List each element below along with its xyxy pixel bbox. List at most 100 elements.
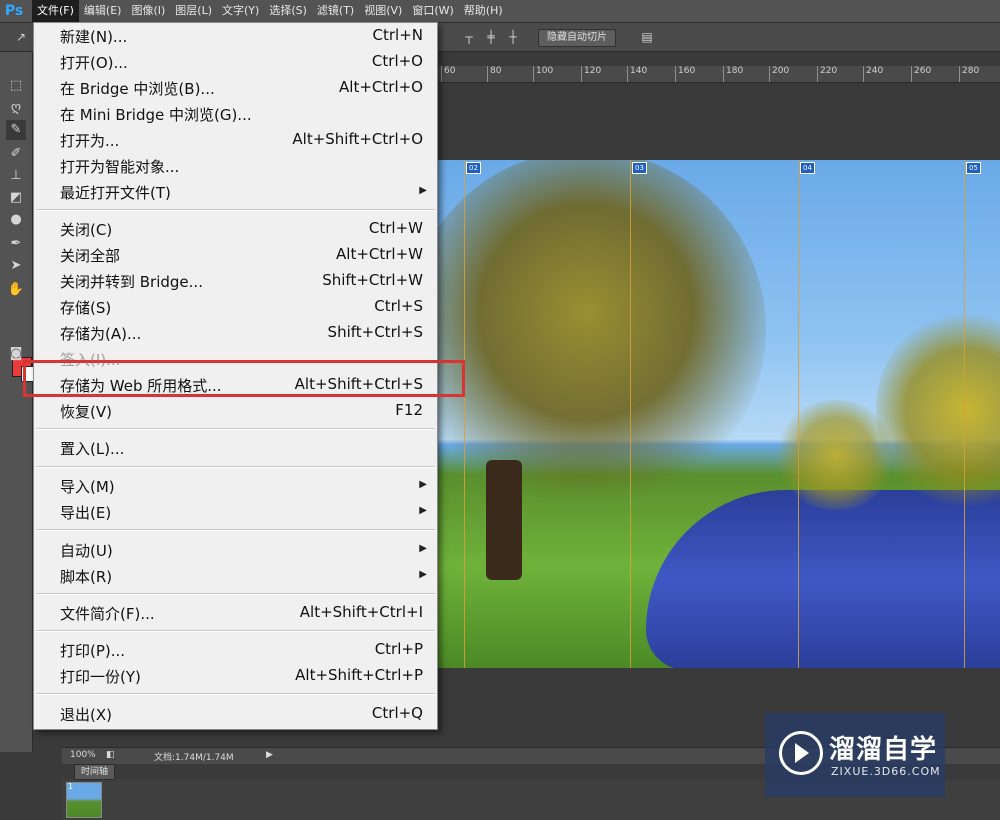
- menu-item-print[interactable]: 打印(P)... Ctrl+P: [34, 637, 437, 663]
- hand-icon[interactable]: ✋: [6, 280, 26, 300]
- menu-item-shortcut: Ctrl+W: [368, 219, 423, 237]
- ruler-tick: 80: [486, 66, 502, 82]
- menu-item-close-goto-bridge[interactable]: 关闭并转到 Bridge... Shift+Ctrl+W: [34, 268, 437, 294]
- brush-icon[interactable]: ✐: [6, 144, 26, 164]
- menu-item-label: 置入(L)...: [60, 440, 125, 458]
- menu-type[interactable]: 文字(Y): [217, 0, 264, 22]
- submenu-arrow-icon: ▶: [419, 543, 427, 554]
- ruler-tick: 220: [816, 66, 838, 82]
- menu-item-place[interactable]: 置入(L)...: [34, 435, 437, 461]
- slice-tag[interactable]: 05: [966, 162, 981, 174]
- menu-item-shortcut: Alt+Shift+Ctrl+P: [295, 666, 423, 684]
- slice-line[interactable]: [630, 160, 631, 668]
- watermark-subtitle: ZIXUE.3D66.COM: [831, 765, 941, 778]
- menu-item-shortcut: Alt+Ctrl+O: [339, 78, 423, 96]
- top-ruler: 60 80 100 120 140 160 180 200 220 240 26…: [436, 66, 1000, 83]
- menu-item-import[interactable]: 导入(M) ▶: [34, 473, 437, 499]
- menu-window[interactable]: 窗口(W): [407, 0, 458, 22]
- ruler-tick: 160: [674, 66, 696, 82]
- menu-item-close-all[interactable]: 关闭全部 Alt+Ctrl+W: [34, 242, 437, 268]
- menu-item-label: 存储为(A)...: [60, 325, 142, 343]
- menu-item-shortcut: Shift+Ctrl+W: [322, 271, 423, 289]
- ruler-tick: 280: [958, 66, 980, 82]
- slice-tag[interactable]: 02: [466, 162, 481, 174]
- menu-item-exit[interactable]: 退出(X) Ctrl+Q: [34, 701, 437, 727]
- menu-filter[interactable]: 滤镜(T): [312, 0, 359, 22]
- menu-item-open-smart-object[interactable]: 打开为智能对象...: [34, 153, 437, 179]
- menu-file[interactable]: 文件(F): [32, 0, 79, 22]
- slice-line[interactable]: [798, 160, 799, 668]
- marquee-icon[interactable]: ⬚: [6, 76, 26, 96]
- ruler-tick: 60: [440, 66, 456, 82]
- menu-item-label: 在 Mini Bridge 中浏览(G)...: [60, 106, 252, 124]
- menu-item-save-as[interactable]: 存储为(A)... Shift+Ctrl+S: [34, 320, 437, 346]
- slice-line[interactable]: [964, 160, 965, 668]
- menu-item-automate[interactable]: 自动(U) ▶: [34, 537, 437, 563]
- status-menu-arrow-icon[interactable]: ▶: [266, 750, 273, 760]
- menu-item-new[interactable]: 新建(N)... Ctrl+N: [34, 23, 437, 49]
- menu-edit[interactable]: 编辑(E): [79, 0, 127, 22]
- menu-separator: [36, 466, 435, 468]
- menu-item-file-info[interactable]: 文件简介(F)... Alt+Shift+Ctrl+I: [34, 600, 437, 626]
- menu-item-label: 脚本(R): [60, 568, 113, 586]
- menu-item-revert[interactable]: 恢复(V) F12: [34, 398, 437, 424]
- ruler-tick: 200: [768, 66, 790, 82]
- align-middle-icon[interactable]: ╪: [484, 30, 498, 44]
- menu-item-label: 打开为智能对象...: [60, 158, 180, 176]
- submenu-arrow-icon: ▶: [419, 479, 427, 490]
- menu-item-open[interactable]: 打开(O)... Ctrl+O: [34, 49, 437, 75]
- menu-separator: [36, 529, 435, 531]
- menu-item-browse-mini-bridge[interactable]: 在 Mini Bridge 中浏览(G)...: [34, 101, 437, 127]
- menu-help[interactable]: 帮助(H): [459, 0, 508, 22]
- distribute-icon[interactable]: ┼: [506, 30, 520, 44]
- menu-select[interactable]: 选择(S): [264, 0, 312, 22]
- menu-view[interactable]: 视图(V): [359, 0, 407, 22]
- status-info-icon[interactable]: ◧: [106, 750, 115, 760]
- path-select-icon[interactable]: ➤: [6, 256, 26, 276]
- document-size: 文档:1.74M/1.74M: [154, 753, 234, 763]
- pen-icon[interactable]: ✒: [6, 234, 26, 254]
- menu-item-label: 导入(M): [60, 478, 115, 496]
- menu-layer[interactable]: 图层(L): [170, 0, 217, 22]
- menu-item-recent-files[interactable]: 最近打开文件(T) ▶: [34, 179, 437, 205]
- menu-image[interactable]: 图像(I): [126, 0, 170, 22]
- menu-item-shortcut: Alt+Shift+Ctrl+I: [299, 603, 423, 621]
- menu-item-shortcut: Ctrl+Q: [371, 704, 423, 722]
- slice-tag[interactable]: 03: [632, 162, 647, 174]
- align-top-icon[interactable]: ┬: [462, 30, 476, 44]
- menu-item-label: 存储(S): [60, 299, 112, 317]
- submenu-arrow-icon: ▶: [419, 185, 427, 196]
- menu-item-shortcut: Ctrl+S: [374, 297, 423, 315]
- menu-item-close[interactable]: 关闭(C) Ctrl+W: [34, 216, 437, 242]
- tree-trunk: [486, 460, 522, 580]
- menu-item-browse-bridge[interactable]: 在 Bridge 中浏览(B)... Alt+Ctrl+O: [34, 75, 437, 101]
- timeline-frame-number: 1: [68, 782, 74, 791]
- timeline-tab[interactable]: 时间轴: [74, 764, 116, 780]
- slice-tag[interactable]: 04: [800, 162, 815, 174]
- menu-item-label: 自动(U): [60, 542, 113, 560]
- menu-item-open-as[interactable]: 打开为... Alt+Shift+Ctrl+O: [34, 127, 437, 153]
- slice-tool-icon[interactable]: ✎: [6, 120, 26, 140]
- menu-item-shortcut: Alt+Ctrl+W: [336, 245, 423, 263]
- zoom-level[interactable]: 100%: [70, 750, 96, 760]
- menu-item-scripts[interactable]: 脚本(R) ▶: [34, 563, 437, 589]
- tree-right: [876, 310, 1000, 510]
- menu-item-shortcut: Ctrl+N: [372, 26, 423, 44]
- menu-item-export[interactable]: 导出(E) ▶: [34, 499, 437, 525]
- eraser-icon[interactable]: ◩: [6, 188, 26, 208]
- blur-icon[interactable]: ●: [6, 210, 26, 230]
- menu-item-print-one-copy[interactable]: 打印一份(Y) Alt+Shift+Ctrl+P: [34, 663, 437, 689]
- menu-item-label: 退出(X): [60, 706, 112, 724]
- ruler-tick: 120: [580, 66, 602, 82]
- menu-item-shortcut: Shift+Ctrl+S: [327, 323, 423, 341]
- slice-line[interactable]: [464, 160, 465, 668]
- slice-select-icon[interactable]: ↗: [14, 30, 28, 44]
- hide-auto-slices-button[interactable]: 隐藏自动切片: [538, 29, 616, 47]
- slice-options-icon[interactable]: ▤: [640, 30, 654, 44]
- lasso-icon[interactable]: ღ: [6, 98, 26, 118]
- ruler-tick: 240: [862, 66, 884, 82]
- document-canvas[interactable]: 02 03 04 05: [436, 160, 1000, 668]
- menu-item-save[interactable]: 存储(S) Ctrl+S: [34, 294, 437, 320]
- stamp-icon[interactable]: ⊥: [6, 166, 26, 186]
- ruler-tick: 260: [910, 66, 932, 82]
